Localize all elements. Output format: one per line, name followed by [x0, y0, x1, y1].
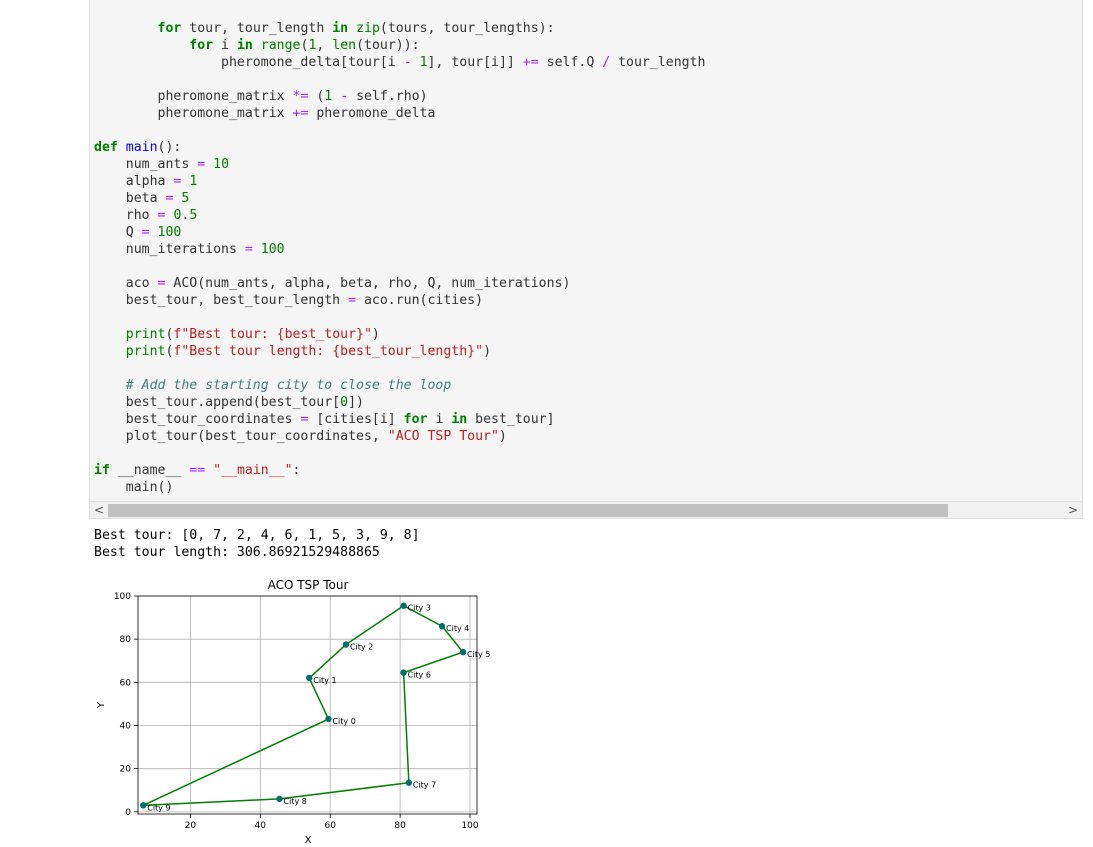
y-tick-label: 100 [114, 592, 131, 602]
x-tick-label: 80 [394, 821, 406, 831]
code-line: num_ants = 10 [94, 157, 230, 172]
city-point [325, 715, 332, 723]
code-line: plot_tour(best_tour_coordinates, "ACO TS… [94, 429, 507, 444]
city-label: City 0 [332, 717, 355, 726]
scrollbar-thumb[interactable] [108, 504, 948, 517]
code-line: pheromone_matrix *= (1 - self.rho) [94, 89, 428, 104]
scroll-left-arrow-icon[interactable]: < [94, 502, 104, 519]
code-editor[interactable]: for tour, tour_length in zip(tours, tour… [94, 20, 705, 496]
output-line-best-tour: Best tour: [0, 7, 2, 4, 6, 1, 5, 3, 9, 8… [94, 528, 420, 543]
output-line-best-tour-length: Best tour length: 306.86921529488865 [94, 545, 380, 560]
x-tick-label: 40 [255, 821, 267, 831]
city-point [342, 641, 350, 648]
code-line: if __name__ == "__main__": [94, 463, 301, 478]
x-axis-label: X [305, 835, 312, 846]
city-point [405, 779, 413, 786]
code-line: print(f"Best tour length: {best_tour_len… [125, 344, 492, 359]
code-line: alpha = 1 [94, 174, 198, 189]
code-cell[interactable]: for tour, tour_length in zip(tours, tour… [89, 0, 1083, 519]
cell-output: Best tour: [0, 7, 2, 4, 6, 1, 5, 3, 9, 8… [94, 527, 420, 561]
tsp-tour-chart: ACO TSP Tour X Y 20 40 60 80 100 0 20 40 60 80 100… [96, 578, 491, 846]
code-line: main() [94, 480, 174, 495]
code-line: pheromone_delta[tour[i - 1], tour[i]] +=… [94, 55, 706, 70]
city-point [140, 802, 147, 809]
city-label: City 5 [467, 650, 490, 659]
y-tick-label: 20 [120, 765, 132, 775]
x-tick-label: 60 [324, 821, 336, 831]
city-point [400, 669, 407, 676]
scroll-right-arrow-icon[interactable]: > [1068, 502, 1078, 519]
city-label: City 4 [446, 624, 469, 633]
code-line: best_tour_coordinates = [cities[i] for i… [94, 412, 555, 427]
code-line: beta = 5 [94, 191, 190, 206]
code-line: rho = 0.5 [94, 208, 198, 223]
x-tick-label: 20 [185, 821, 197, 831]
code-line: aco = ACO(num_ants, alpha, beta, rho, Q,… [94, 276, 571, 291]
city-point [438, 623, 446, 630]
plot-area: 20 40 60 80 100 0 20 40 60 80 100 City 0 City 1 City … [114, 592, 491, 831]
city-label: City 9 [147, 803, 170, 812]
code-line: # Add the starting city to close the loo… [125, 378, 452, 393]
y-axis-label: Y [96, 701, 107, 709]
city-point [276, 795, 283, 803]
city-label: City 2 [350, 643, 373, 652]
x-tick-label: 100 [461, 821, 478, 831]
y-tick-label: 0 [125, 808, 131, 818]
city-point [400, 602, 407, 609]
city-point [459, 648, 467, 656]
horizontal-scrollbar[interactable]: < > [89, 501, 1083, 519]
y-tick-label: 60 [120, 678, 132, 688]
y-tick-label: 80 [120, 635, 132, 645]
city-label: City 8 [284, 797, 307, 806]
tour-path-line [142, 604, 465, 807]
code-line: best_tour, best_tour_length = aco.run(ci… [94, 293, 484, 308]
code-line: for tour, tour_length in zip(tours, tour… [157, 21, 555, 36]
code-line: print(f"Best tour: {best_tour}") [125, 327, 380, 342]
code-line: pheromone_matrix += pheromone_delta [94, 106, 436, 121]
city-label: City 3 [408, 604, 431, 613]
y-tick-label: 40 [120, 722, 132, 732]
city-label: City 6 [408, 671, 431, 680]
code-line: num_iterations = 100 [94, 242, 285, 257]
chart-title: ACO TSP Tour [268, 578, 349, 592]
city-label: City 7 [413, 781, 436, 790]
city-label: City 1 [313, 676, 336, 685]
code-line: Q = 100 [94, 225, 182, 240]
code-line: best_tour.append(best_tour[0]) [94, 395, 364, 410]
code-line: def main(): [94, 140, 182, 155]
city-point [306, 674, 313, 682]
code-line: for i in range(1, len(tour)): [189, 38, 420, 53]
